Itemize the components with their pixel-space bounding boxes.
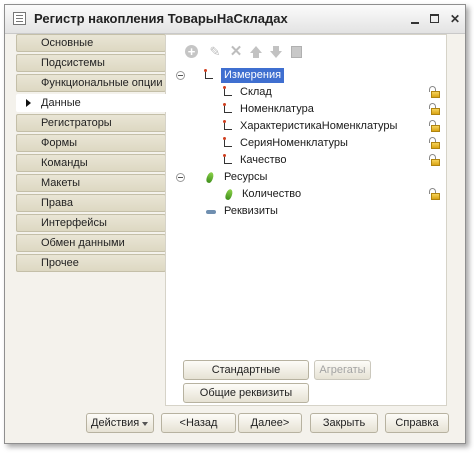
help-button[interactable]: Справка <box>385 413 449 433</box>
tree-row[interactable]: ХарактеристикаНоменклатуры <box>166 118 446 135</box>
lock-icon <box>429 103 440 115</box>
dimension-icon <box>222 154 234 166</box>
sidebar-item-label: Формы <box>41 137 78 149</box>
tree-row[interactable]: Склад <box>166 84 446 101</box>
lock-icon <box>429 120 440 132</box>
chevron-down-icon <box>142 422 148 426</box>
delete-icon[interactable]: ✕ <box>228 44 244 60</box>
sidebar-item-label: Основные <box>41 37 94 49</box>
close-icon[interactable] <box>449 13 461 25</box>
actions-label: Действия <box>91 417 140 429</box>
register-icon <box>13 12 26 25</box>
dimension-icon <box>222 103 234 115</box>
collapse-icon[interactable] <box>176 71 185 80</box>
sidebar-item-prava[interactable]: Права <box>16 194 166 212</box>
tree-row[interactable]: Количество <box>166 186 446 203</box>
lock-icon <box>429 188 440 200</box>
list-icon[interactable] <box>289 44 305 60</box>
back-button[interactable]: <Назад <box>161 413 236 433</box>
sidebar-item-label: Регистраторы <box>41 117 112 129</box>
tree-label: СерияНоменклатуры <box>240 137 348 149</box>
sidebar-nav: Основные Подсистемы Функциональные опции… <box>16 34 180 274</box>
close-button[interactable]: Закрыть <box>310 413 378 433</box>
add-icon[interactable] <box>184 44 200 60</box>
move-up-icon[interactable] <box>248 44 264 60</box>
tree-label: Измерения <box>221 68 285 83</box>
resource-icon <box>205 171 215 184</box>
sidebar-item-formy[interactable]: Формы <box>16 134 166 152</box>
sidebar-item-prochee[interactable]: Прочее <box>16 254 166 272</box>
tree-label: Реквизиты <box>224 205 278 217</box>
sidebar-item-label: Подсистемы <box>41 57 105 69</box>
minimize-icon[interactable] <box>409 13 421 25</box>
tree-label: Ресурсы <box>224 171 268 183</box>
sidebar-item-obmen-dannymi[interactable]: Обмен данными <box>16 234 166 252</box>
sidebar-item-label: Интерфейсы <box>41 217 107 229</box>
sidebar-item-funktsionalnye-optsii[interactable]: Функциональные опции <box>16 74 166 92</box>
tree-label: Склад <box>240 86 272 98</box>
actions-button[interactable]: Действия <box>86 413 154 433</box>
sidebar-item-podsistemy[interactable]: Подсистемы <box>16 54 166 72</box>
common-requisites-button[interactable]: Общие реквизиты <box>183 383 309 403</box>
lock-icon <box>429 154 440 166</box>
sidebar-item-label: Обмен данными <box>41 237 125 249</box>
dimension-icon <box>222 86 234 98</box>
sidebar-item-interfeysy[interactable]: Интерфейсы <box>16 214 166 232</box>
sidebar-item-makety[interactable]: Макеты <box>16 174 166 192</box>
sidebar-item-dannye[interactable]: Данные <box>16 94 180 112</box>
title-bar[interactable]: Регистр накопления ТоварыНаСкладах <box>5 5 465 34</box>
collapse-icon[interactable] <box>176 173 185 182</box>
standard-requisites-button[interactable]: Стандартные реквизиты <box>183 360 309 394</box>
requisite-icon <box>206 210 216 214</box>
sidebar-item-label: Права <box>41 197 73 209</box>
tree-row[interactable]: Качество <box>166 152 446 169</box>
tree-row[interactable]: Номенклатура <box>166 101 446 118</box>
sidebar-item-label: Данные <box>41 97 81 109</box>
sidebar-item-label: Команды <box>41 157 88 169</box>
lock-icon <box>429 86 440 98</box>
maximize-icon[interactable] <box>429 13 441 25</box>
tree-label: Количество <box>242 188 302 200</box>
tree-row-dimensions[interactable]: Измерения <box>166 67 446 84</box>
dimension-icon <box>203 69 215 81</box>
tree-row[interactable]: СерияНоменклатуры <box>166 135 446 152</box>
window-title: Регистр накопления ТоварыНаСкладах <box>34 11 288 26</box>
aggregates-button[interactable]: Агрегаты <box>314 360 371 380</box>
sidebar-item-label: Прочее <box>41 257 79 269</box>
sidebar-item-registratory[interactable]: Регистраторы <box>16 114 166 132</box>
tree-label: Качество <box>240 154 287 166</box>
sidebar-item-label: Макеты <box>41 177 81 189</box>
tree-label: ХарактеристикаНоменклатуры <box>240 120 398 132</box>
data-panel: ✎ ✕ Измерения Склад Номенклатура Характе… <box>165 34 447 406</box>
sidebar-item-komandy[interactable]: Команды <box>16 154 166 172</box>
tree-row-requisites[interactable]: Реквизиты <box>166 203 446 220</box>
move-down-icon[interactable] <box>268 44 284 60</box>
sidebar-item-osnovnye[interactable]: Основные <box>16 34 166 52</box>
sidebar-item-label: Функциональные опции <box>41 77 163 89</box>
resource-icon <box>224 188 234 201</box>
tree-label: Номенклатура <box>240 103 314 115</box>
dimension-icon <box>222 137 234 149</box>
next-button[interactable]: Далее> <box>238 413 302 433</box>
active-arrow-icon <box>26 99 31 107</box>
tree-row-resources[interactable]: Ресурсы <box>166 169 446 186</box>
lock-icon <box>429 137 440 149</box>
edit-icon[interactable]: ✎ <box>207 44 223 60</box>
dimension-icon <box>222 120 234 132</box>
